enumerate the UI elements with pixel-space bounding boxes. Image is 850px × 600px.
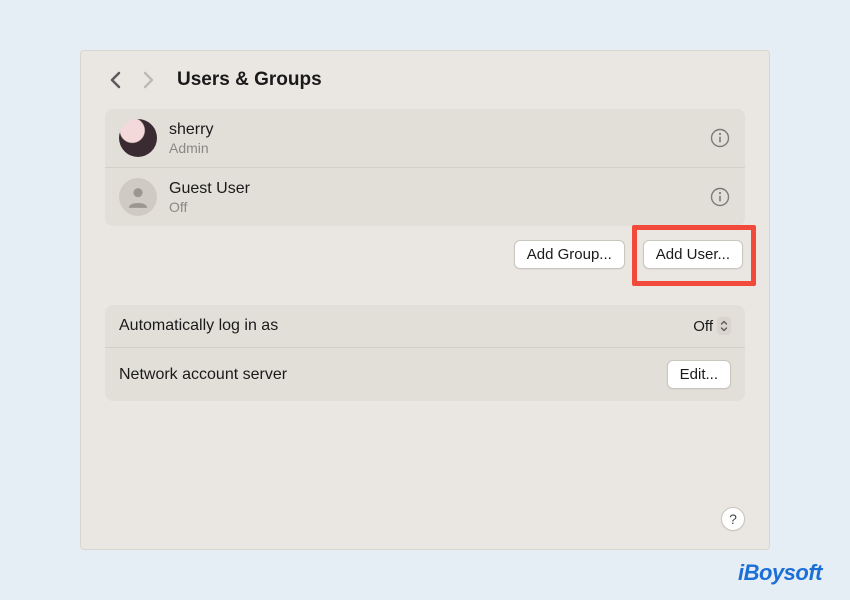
chevron-right-icon [141, 71, 155, 89]
page-title: Users & Groups [177, 69, 322, 91]
setting-label: Automatically log in as [119, 317, 278, 335]
user-text: Guest User Off [169, 180, 697, 215]
edit-button[interactable]: Edit... [667, 360, 731, 389]
user-name: Guest User [169, 180, 697, 198]
person-icon [125, 184, 151, 210]
info-button[interactable] [709, 186, 731, 208]
info-icon [710, 128, 730, 148]
user-row-sherry[interactable]: sherry Admin [105, 109, 745, 167]
add-group-button[interactable]: Add Group... [514, 240, 625, 269]
watermark: iBoysoft [738, 560, 822, 586]
updown-icon [717, 317, 731, 335]
user-row-guest[interactable]: Guest User Off [105, 167, 745, 226]
back-button[interactable] [105, 69, 127, 91]
info-icon [710, 187, 730, 207]
header: Users & Groups [105, 69, 745, 91]
network-server-row: Network account server Edit... [105, 347, 745, 401]
user-text: sherry Admin [169, 121, 697, 156]
avatar [119, 119, 157, 157]
users-list: sherry Admin Guest User Off [105, 109, 745, 226]
help-icon: ? [729, 511, 737, 527]
add-user-button[interactable]: Add User... [643, 240, 743, 269]
actions-row: Add Group... Add User... [105, 240, 745, 269]
settings-panel: Users & Groups sherry Admin [80, 50, 770, 550]
user-name: sherry [169, 121, 697, 139]
forward-button[interactable] [137, 69, 159, 91]
setting-label: Network account server [119, 366, 287, 384]
user-role: Off [169, 199, 697, 215]
auto-login-select[interactable]: Off [693, 317, 731, 335]
avatar [119, 178, 157, 216]
info-button[interactable] [709, 127, 731, 149]
auto-login-row: Automatically log in as Off [105, 305, 745, 347]
login-settings: Automatically log in as Off Network acco… [105, 305, 745, 401]
chevron-left-icon [109, 71, 123, 89]
select-value: Off [693, 318, 713, 335]
help-button[interactable]: ? [721, 507, 745, 531]
user-role: Admin [169, 140, 697, 156]
